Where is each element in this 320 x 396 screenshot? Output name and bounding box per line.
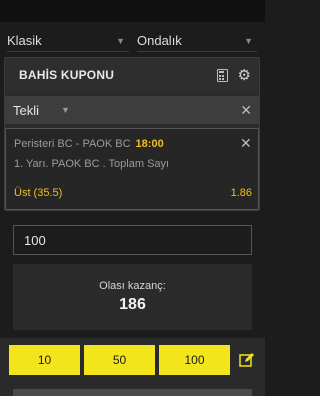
bet-slip-header: BAHİS KUPONU ⚙ (5, 58, 259, 92)
chevron-down-icon: ▼ (116, 35, 125, 46)
edit-icon[interactable] (239, 352, 255, 368)
remove-bet-icon[interactable]: ✕ (240, 135, 252, 152)
potential-winnings: Olası kazanç: 186 (13, 264, 252, 330)
top-strip (0, 0, 265, 22)
gear-icon[interactable]: ⚙ (238, 68, 251, 83)
quick-stake-button[interactable]: 10 (9, 345, 80, 375)
match-line: Peristeri BC - PAOK BC 18:00 (14, 138, 164, 150)
potential-winnings-value: 186 (119, 296, 146, 313)
bet-type-select[interactable]: Tekli ▼ ✕ (5, 96, 259, 124)
place-bet-bar[interactable] (13, 389, 252, 396)
odds-format-label: Ondalık (137, 33, 182, 48)
bet-slip-title: BAHİS KUPONU (19, 68, 115, 82)
match-time: 18:00 (135, 138, 164, 150)
chevron-down-icon: ▼ (244, 35, 253, 46)
potential-winnings-label: Olası kazanç: (99, 280, 166, 292)
chevron-down-icon: ▼ (61, 105, 70, 115)
stake-input[interactable]: 100 (13, 225, 252, 255)
odds-mode-label: Klasik (7, 33, 42, 48)
bet-type-label: Tekli (13, 102, 40, 118)
odds-value: 1.86 (230, 187, 252, 199)
selection-name: Üst (35.5) (14, 187, 63, 199)
match-name: Peristeri BC - PAOK BC (14, 138, 131, 150)
stake-value: 100 (24, 232, 46, 248)
quick-stake-button[interactable]: 50 (84, 345, 155, 375)
odds-mode-select[interactable]: Klasik ▼ (7, 30, 129, 52)
market-name: 1. Yarı. PAOK BC . Toplam Sayı (14, 158, 170, 170)
close-icon[interactable]: ✕ (240, 102, 259, 119)
odds-format-select[interactable]: Ondalık ▼ (137, 30, 257, 52)
quick-stake-button[interactable]: 100 (159, 345, 230, 375)
calculator-icon[interactable] (216, 68, 228, 82)
